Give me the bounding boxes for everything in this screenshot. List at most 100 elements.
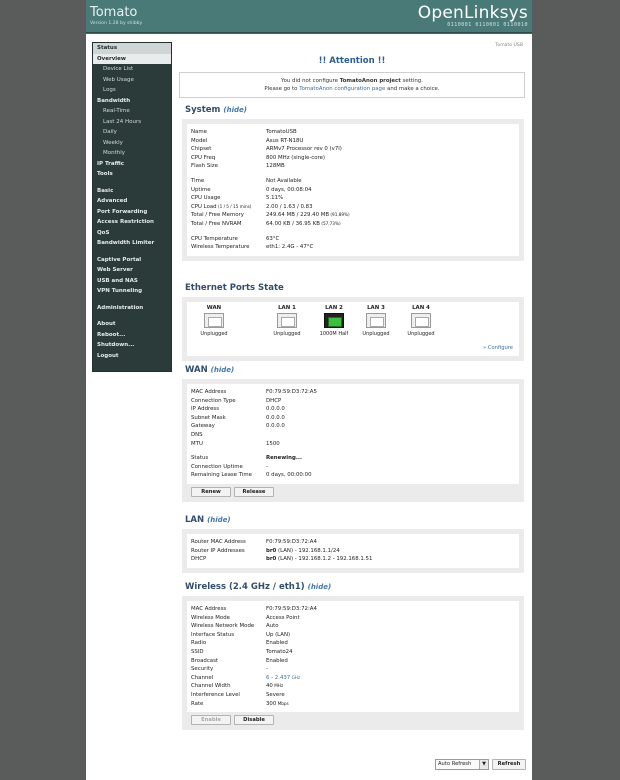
sidebar-item-bandwidth[interactable]: Bandwidth: [93, 96, 171, 107]
port-name: LAN 2: [325, 305, 343, 311]
release-button[interactable]: Release: [234, 486, 274, 497]
ethernet-port-icon: [277, 313, 297, 328]
row-value-iface: br0: [266, 556, 277, 563]
table-row: Wireless Temperature eth1: 2.4G - 47°C: [191, 243, 515, 252]
sidebar-item-administration[interactable]: Administration: [93, 303, 171, 314]
row-label: Time: [191, 177, 266, 186]
row-value: Up (LAN): [266, 631, 515, 640]
disable-button[interactable]: Disable: [234, 715, 274, 726]
sidebar-item-about[interactable]: About: [93, 319, 171, 330]
sidebar-item-web-usage[interactable]: Web Usage: [93, 75, 171, 86]
sidebar-item-captive-portal[interactable]: Captive Portal: [93, 255, 171, 266]
sidebar-item-monthly[interactable]: Monthly: [93, 148, 171, 159]
sidebar-item-tools[interactable]: Tools: [93, 169, 171, 180]
row-value-text: Access Point: [266, 614, 300, 621]
tomatoanon-config-link[interactable]: TomatoAnon configuration page: [299, 86, 385, 92]
hide-system-link[interactable]: (hide): [223, 106, 247, 114]
row-label: Radio: [191, 639, 266, 648]
row-value: Renewing...: [266, 454, 515, 463]
row-value: 128MB: [266, 162, 515, 171]
row-label: Status: [191, 454, 266, 463]
row-label: SSID: [191, 648, 266, 657]
row-label: Chipset: [191, 145, 266, 154]
row-value: -: [266, 463, 515, 472]
row-label-text: IP Address: [191, 406, 220, 413]
hide-wireless-link[interactable]: (hide): [308, 583, 332, 591]
renew-button[interactable]: Renew: [191, 486, 231, 497]
row-value: ARMv7 Processor rev 0 (v7l): [266, 145, 515, 154]
row-label-text: Total / Free Memory: [191, 212, 244, 219]
row-label-text: Status: [191, 455, 209, 462]
sidebar-item-reboot[interactable]: Reboot...: [93, 330, 171, 341]
enable-button[interactable]: Enable: [191, 715, 231, 726]
sidebar-item-port-forwarding[interactable]: Port Forwarding: [93, 207, 171, 218]
row-label: Wireless Temperature: [191, 243, 266, 252]
row-value: TomatoUSB: [266, 128, 515, 137]
row-label-note: (1 / 5 / 15 mins): [216, 203, 252, 209]
sidebar-item-basic[interactable]: Basic: [93, 186, 171, 197]
row-value-text: 1500: [266, 440, 280, 447]
sidebar-item-shutdown[interactable]: Shutdown...: [93, 340, 171, 351]
hide-lan-link[interactable]: (hide): [207, 516, 231, 524]
row-value: 0 days, 00:00:00: [266, 471, 515, 480]
ethernet-port-icon: [324, 313, 344, 328]
page-id: Tomato USB: [495, 43, 523, 48]
row-label-text: Flash Size: [191, 163, 218, 170]
row-value: Enabled: [266, 639, 515, 648]
auto-refresh-select[interactable]: Auto Refresh ▼: [435, 759, 489, 770]
row-label-text: Connection Type: [191, 397, 236, 404]
row-value-iface: br0: [266, 547, 277, 554]
sidebar-item-device-list[interactable]: Device List: [93, 64, 171, 75]
table-row: IP Address 0.0.0.0: [191, 405, 515, 414]
row-value: 249.64 MB / 229.40 MB (91.89%): [266, 211, 515, 220]
sidebar-item-access-restriction[interactable]: Access Restriction: [93, 217, 171, 228]
row-value: 63°C: [266, 235, 515, 244]
sidebar-item-last-24-hours[interactable]: Last 24 Hours: [93, 117, 171, 128]
row-label-text: Connection Uptime: [191, 463, 243, 470]
configure-link[interactable]: » Configure: [483, 345, 513, 351]
tomato-logo[interactable]: Tomato Version 1.28 by shibby: [90, 5, 142, 26]
sidebar-item-vpn-tunneling[interactable]: VPN Tunneling: [93, 286, 171, 297]
sidebar-item-bandwidth-limiter[interactable]: Bandwidth Limiter: [93, 238, 171, 249]
row-value-unit: (91.89%): [329, 212, 350, 218]
sidebar-item-advanced[interactable]: Advanced: [93, 196, 171, 207]
hide-wan-link[interactable]: (hide): [211, 366, 235, 374]
port-wan: WAN Unplugged: [197, 305, 231, 337]
row-value: br0 (LAN) - 192.168.1.1/24: [266, 547, 515, 556]
sidebar-item-qos[interactable]: QoS: [93, 228, 171, 239]
sidebar-item-ip-traffic[interactable]: IP Traffic: [93, 159, 171, 170]
row-label: DHCP: [191, 555, 266, 564]
sidebar-item-weekly[interactable]: Weekly: [93, 138, 171, 149]
row-value: Not Available: [266, 177, 515, 186]
ports-title: Ethernet Ports State: [185, 283, 284, 293]
table-row: Chipset ARMv7 Processor rev 0 (v7l): [191, 145, 515, 154]
row-label: Router IP Addresses: [191, 547, 266, 556]
table-row: CPU Freq 800 MHz (single-core): [191, 154, 515, 163]
sidebar-item-overview[interactable]: Overview: [93, 53, 171, 64]
sidebar-item-web-server[interactable]: Web Server: [93, 265, 171, 276]
port-state: Unplugged: [273, 331, 301, 337]
row-label: CPU Temperature: [191, 235, 266, 244]
chevron-down-icon: ▼: [479, 760, 488, 769]
row-value-text: 300: [266, 700, 277, 707]
sidebar-item-logout[interactable]: Logout: [93, 351, 171, 362]
sidebar-item-usb-and-nas[interactable]: USB and NAS: [93, 276, 171, 287]
row-value: [266, 431, 515, 440]
row-label-text: Wireless Temperature: [191, 244, 250, 251]
row-value: br0 (LAN) - 192.168.1.2 - 192.168.1.51: [266, 555, 515, 564]
sidebar-item-daily[interactable]: Daily: [93, 127, 171, 138]
row-label: Channel Width: [191, 682, 266, 691]
row-label-text: CPU Load: [191, 203, 217, 210]
refresh-button[interactable]: Refresh: [492, 759, 526, 770]
port-lan-2: LAN 2 1000M Half: [317, 305, 351, 337]
row-value-text: 40: [266, 683, 273, 690]
row-label: Total / Free Memory: [191, 211, 266, 220]
sidebar-item-status[interactable]: Status: [93, 43, 171, 54]
sidebar-item-logs[interactable]: Logs: [93, 85, 171, 96]
table-row: CPU Load (1 / 5 / 15 mins) 2.00 / 1.63 / …: [191, 203, 515, 212]
sidebar-item-real-time[interactable]: Real-Time: [93, 106, 171, 117]
port-lan-4: LAN 4 Unplugged: [404, 305, 438, 337]
port-state: 1000M Half: [319, 331, 349, 337]
row-label: Uptime: [191, 186, 266, 195]
row-label-text: Broadcast: [191, 657, 219, 664]
